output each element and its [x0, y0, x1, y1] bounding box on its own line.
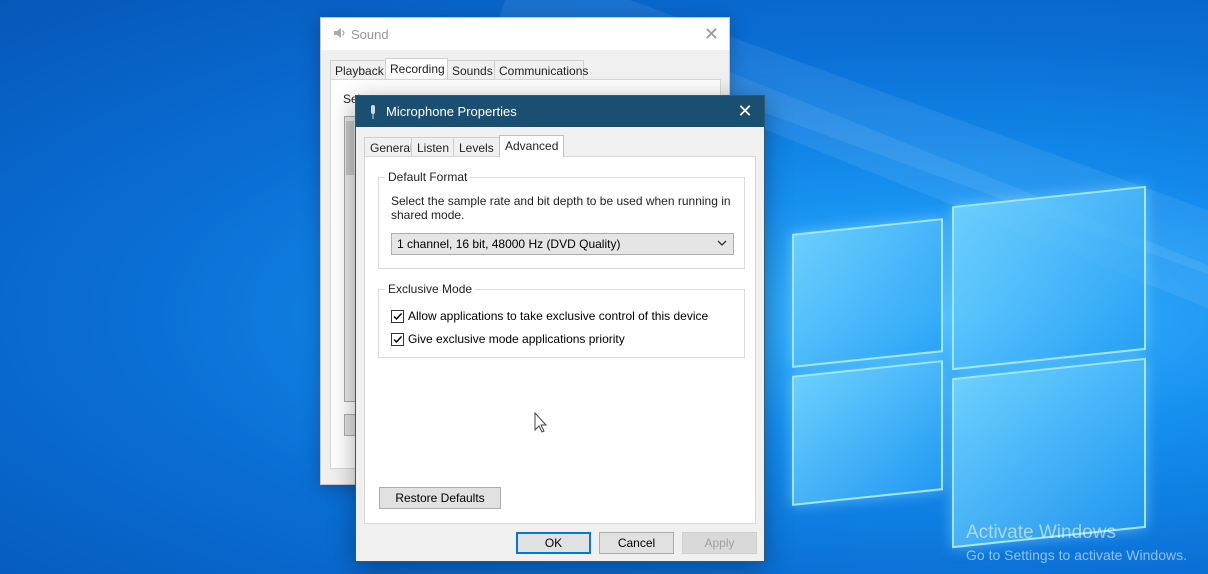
tab-sounds[interactable]: Sounds [447, 60, 495, 80]
tab-levels[interactable]: Levels [453, 137, 500, 157]
checkmark-icon [393, 312, 403, 320]
mic-dialog-title: Microphone Properties [386, 104, 517, 119]
tab-recording[interactable]: Recording [385, 58, 448, 80]
tab-listen[interactable]: Listen [411, 137, 454, 157]
mic-titlebar: Microphone Properties ✕ [356, 96, 764, 127]
exclusive-mode-group: Exclusive Mode Allow applications to tak… [378, 282, 745, 358]
checkmark-icon [393, 335, 403, 343]
default-format-legend: Default Format [385, 170, 471, 184]
exclusive-priority-row[interactable]: Give exclusive mode applications priorit… [391, 331, 625, 347]
tab-advanced[interactable]: Advanced [499, 135, 564, 157]
exclusive-mode-legend: Exclusive Mode [385, 282, 476, 296]
exclusive-priority-label: Give exclusive mode applications priorit… [408, 332, 625, 346]
tab-communications[interactable]: Communications [494, 60, 588, 80]
activate-windows-subtitle: Go to Settings to activate Windows. [966, 547, 1187, 563]
restore-defaults-button[interactable]: Restore Defaults [379, 487, 501, 509]
allow-exclusive-control-label: Allow applications to take exclusive con… [408, 309, 709, 323]
mic-close-icon[interactable]: ✕ [734, 100, 756, 122]
microphone-icon [371, 105, 375, 119]
allow-exclusive-control-checkbox[interactable] [391, 309, 404, 323]
apply-button[interactable]: Apply [682, 532, 757, 554]
tab-playback[interactable]: Playback [330, 60, 386, 80]
sample-rate-select[interactable]: 1 channel, 16 bit, 48000 Hz (DVD Quality… [391, 233, 734, 255]
sample-rate-value: 1 channel, 16 bit, 48000 Hz (DVD Quality… [397, 237, 621, 251]
default-format-description: Select the sample rate and bit depth to … [391, 194, 731, 222]
list-scrollbar-thumb[interactable] [346, 121, 354, 175]
activate-windows-title: Activate Windows [966, 522, 1116, 543]
windows-logo-icon [792, 182, 1148, 549]
exclusive-priority-checkbox[interactable] [391, 332, 404, 346]
chevron-down-icon [717, 240, 727, 246]
advanced-panel: Default Format Select the sample rate an… [364, 156, 756, 524]
sound-window-title: Sound [351, 27, 389, 42]
cancel-button[interactable]: Cancel [599, 532, 674, 554]
tab-general[interactable]: General [364, 137, 413, 157]
sound-titlebar: Sound ✕ [321, 18, 729, 50]
mouse-pointer-icon [534, 412, 548, 433]
sound-close-icon[interactable]: ✕ [704, 24, 719, 45]
microphone-properties-dialog: Microphone Properties ✕ General Listen L… [355, 95, 765, 562]
ok-button[interactable]: OK [516, 532, 591, 554]
allow-exclusive-control-row[interactable]: Allow applications to take exclusive con… [391, 308, 708, 324]
speaker-icon [334, 28, 345, 38]
default-format-group: Default Format Select the sample rate an… [378, 170, 745, 269]
